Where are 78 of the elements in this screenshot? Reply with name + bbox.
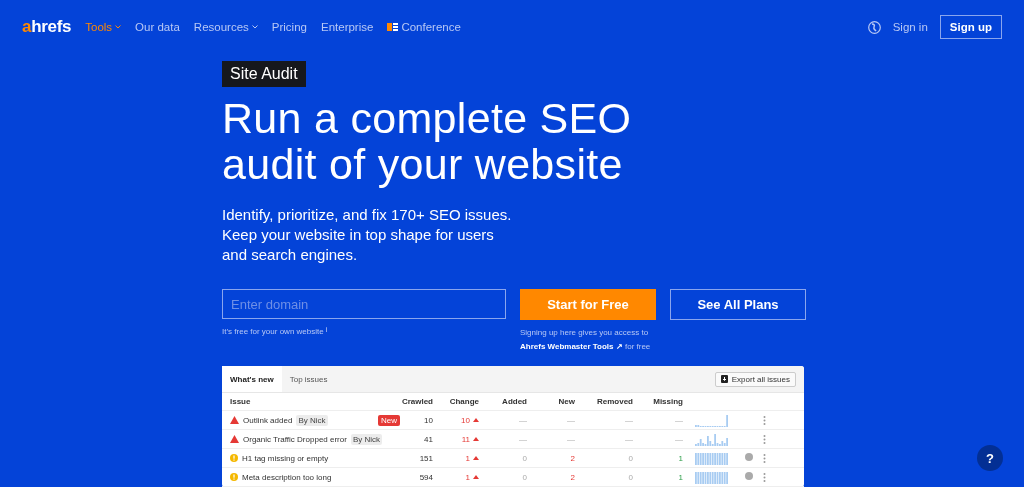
export-button[interactable]: Export all issues [714, 371, 796, 387]
up-triangle-icon [473, 418, 479, 422]
conference-logo-icon [387, 23, 399, 31]
table-row[interactable]: Organic Traffic Dropped error By Nick 41 11 — — — — [222, 430, 804, 449]
column-header[interactable]: Issue [230, 397, 400, 406]
nav-link[interactable]: Enterprise [320, 21, 374, 33]
table-cell-text: 151 [418, 453, 433, 463]
table-cell-text: — [518, 434, 527, 444]
table-cell-text: 2 [569, 472, 575, 482]
table-cell-text: 1 [677, 453, 683, 463]
more-options-icon[interactable] [763, 415, 766, 425]
issue-name[interactable]: Outlink added [243, 415, 293, 425]
logo[interactable]: ahrefs [22, 17, 72, 37]
table-cell-text: — [518, 415, 527, 425]
headline: Run a complete SEO [222, 95, 633, 141]
table-cell-text: 0 [627, 453, 633, 463]
author-tag: By Nick [350, 433, 383, 445]
more-options-icon[interactable] [763, 434, 766, 444]
table-row[interactable]: Outlink added By Nick New 10 10 — — — — [222, 411, 804, 430]
up-triangle-icon [473, 475, 479, 479]
nav-link[interactable]: Resources [193, 21, 258, 33]
table-cell-text: 594 [418, 472, 433, 482]
table-cell-text: 41 [423, 434, 433, 444]
column-header[interactable]: Added [479, 397, 527, 406]
tab[interactable]: What's new [222, 366, 282, 392]
table-cell-text: 10 [423, 415, 433, 425]
webmaster-tools-link[interactable]: Ahrefs Webmaster Tools ↗ [520, 342, 623, 351]
tab[interactable]: Top issues [281, 366, 336, 392]
nav-link[interactable]: Conference [387, 21, 461, 33]
table-row[interactable]: Meta description too long 594 1 0 2 0 1 [222, 468, 804, 487]
table-cell-text: 2 [569, 453, 575, 463]
table-cell-text: 1 [677, 472, 683, 482]
table-cell-text: — [566, 415, 575, 425]
info-icon[interactable]: i [325, 325, 328, 335]
table-row[interactable]: H1 tag missing or empty 151 1 0 2 0 1 [222, 449, 804, 468]
nav-link[interactable]: Our data [135, 21, 180, 33]
sign-in-link[interactable]: Sign in [892, 21, 928, 33]
table-cell: 1 [465, 453, 470, 463]
column-header[interactable]: New [527, 397, 575, 406]
headline: audit of your website [222, 141, 624, 187]
table-cell-text: — [674, 434, 683, 444]
help-chat-button[interactable]: ? [977, 445, 1003, 471]
signup-note: Signing up here gives you access to [520, 327, 650, 339]
table-cell-text: 0 [521, 453, 527, 463]
see-all-plans-button[interactable]: See All Plans [670, 289, 806, 320]
globe-icon[interactable] [867, 20, 881, 34]
column-header[interactable]: Change [433, 397, 479, 406]
new-badge: New [378, 414, 400, 426]
chevron-down-icon [251, 25, 258, 29]
table-cell-text: — [566, 434, 575, 444]
table-cell-text: — [624, 415, 633, 425]
table-cell-text: — [624, 434, 633, 444]
nav-link[interactable]: Pricing [271, 21, 307, 33]
download-icon [720, 375, 728, 383]
table-cell-text: 0 [521, 472, 527, 482]
column-header[interactable]: Missing [633, 397, 683, 406]
author-tag: By Nick [296, 414, 328, 426]
up-triangle-icon [473, 456, 479, 460]
table-cell: 10 [461, 415, 470, 425]
table-cell-text: 0 [627, 472, 633, 482]
issue-name[interactable]: Meta description too long [242, 472, 332, 482]
chevron-down-icon [115, 25, 122, 29]
product-badge: Site Audit [222, 61, 306, 87]
issue-name[interactable]: Organic Traffic Dropped error [243, 434, 347, 444]
column-header[interactable]: Crawled [400, 397, 433, 406]
table-cell: 1 [465, 472, 470, 482]
up-triangle-icon [473, 437, 479, 441]
issue-name[interactable]: H1 tag missing or empty [242, 453, 329, 463]
description: Identify, prioritize, and fix 170+ SEO issues. Keep your website in top shape for users and search engines. [222, 205, 512, 265]
table-cell: 11 [461, 434, 470, 444]
free-note: It’s free for your own website [222, 326, 324, 338]
sign-up-button[interactable]: Sign up [939, 15, 1002, 39]
more-options-icon[interactable] [763, 453, 766, 463]
table-cell-text: — [674, 415, 683, 425]
domain-field[interactable]: Enter domain [222, 289, 506, 319]
more-options-icon[interactable] [763, 472, 766, 482]
signup-note: for free [624, 342, 651, 351]
column-header[interactable]: Removed [575, 397, 633, 406]
